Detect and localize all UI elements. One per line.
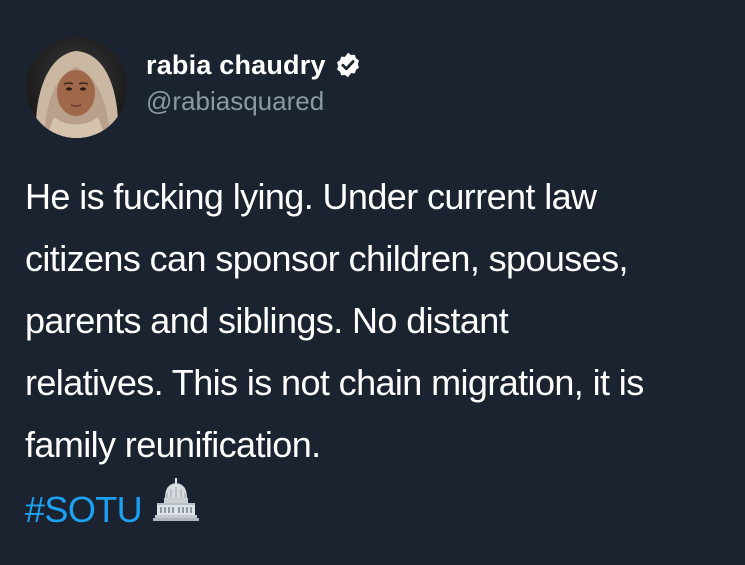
display-name[interactable]: rabia chaudry <box>146 50 326 81</box>
hashtag-link[interactable]: #SOTU <box>25 489 143 530</box>
tweet-line: He is fucking lying. Under current law <box>25 176 597 217</box>
verified-badge-icon <box>334 51 362 79</box>
tweet-line: parents and siblings. No distant <box>25 300 509 341</box>
tweet-text: He is fucking lying. Under current law c… <box>25 166 735 541</box>
user-handle[interactable]: @rabiasquared <box>146 86 324 117</box>
capitol-building-icon <box>153 476 200 522</box>
avatar[interactable] <box>26 37 127 138</box>
tweet-line: family reunification. <box>25 424 321 465</box>
hashtag-row: #SOTU <box>25 476 735 541</box>
tweet-card: rabia chaudry @rabiasquared He is fuckin… <box>0 0 745 565</box>
profile-photo-icon <box>26 37 127 138</box>
author-name-row: rabia chaudry <box>146 48 362 82</box>
tweet-line: citizens can sponsor children, spouses, <box>25 238 629 279</box>
tweet-line: relatives. This is not chain migration, … <box>25 362 644 403</box>
